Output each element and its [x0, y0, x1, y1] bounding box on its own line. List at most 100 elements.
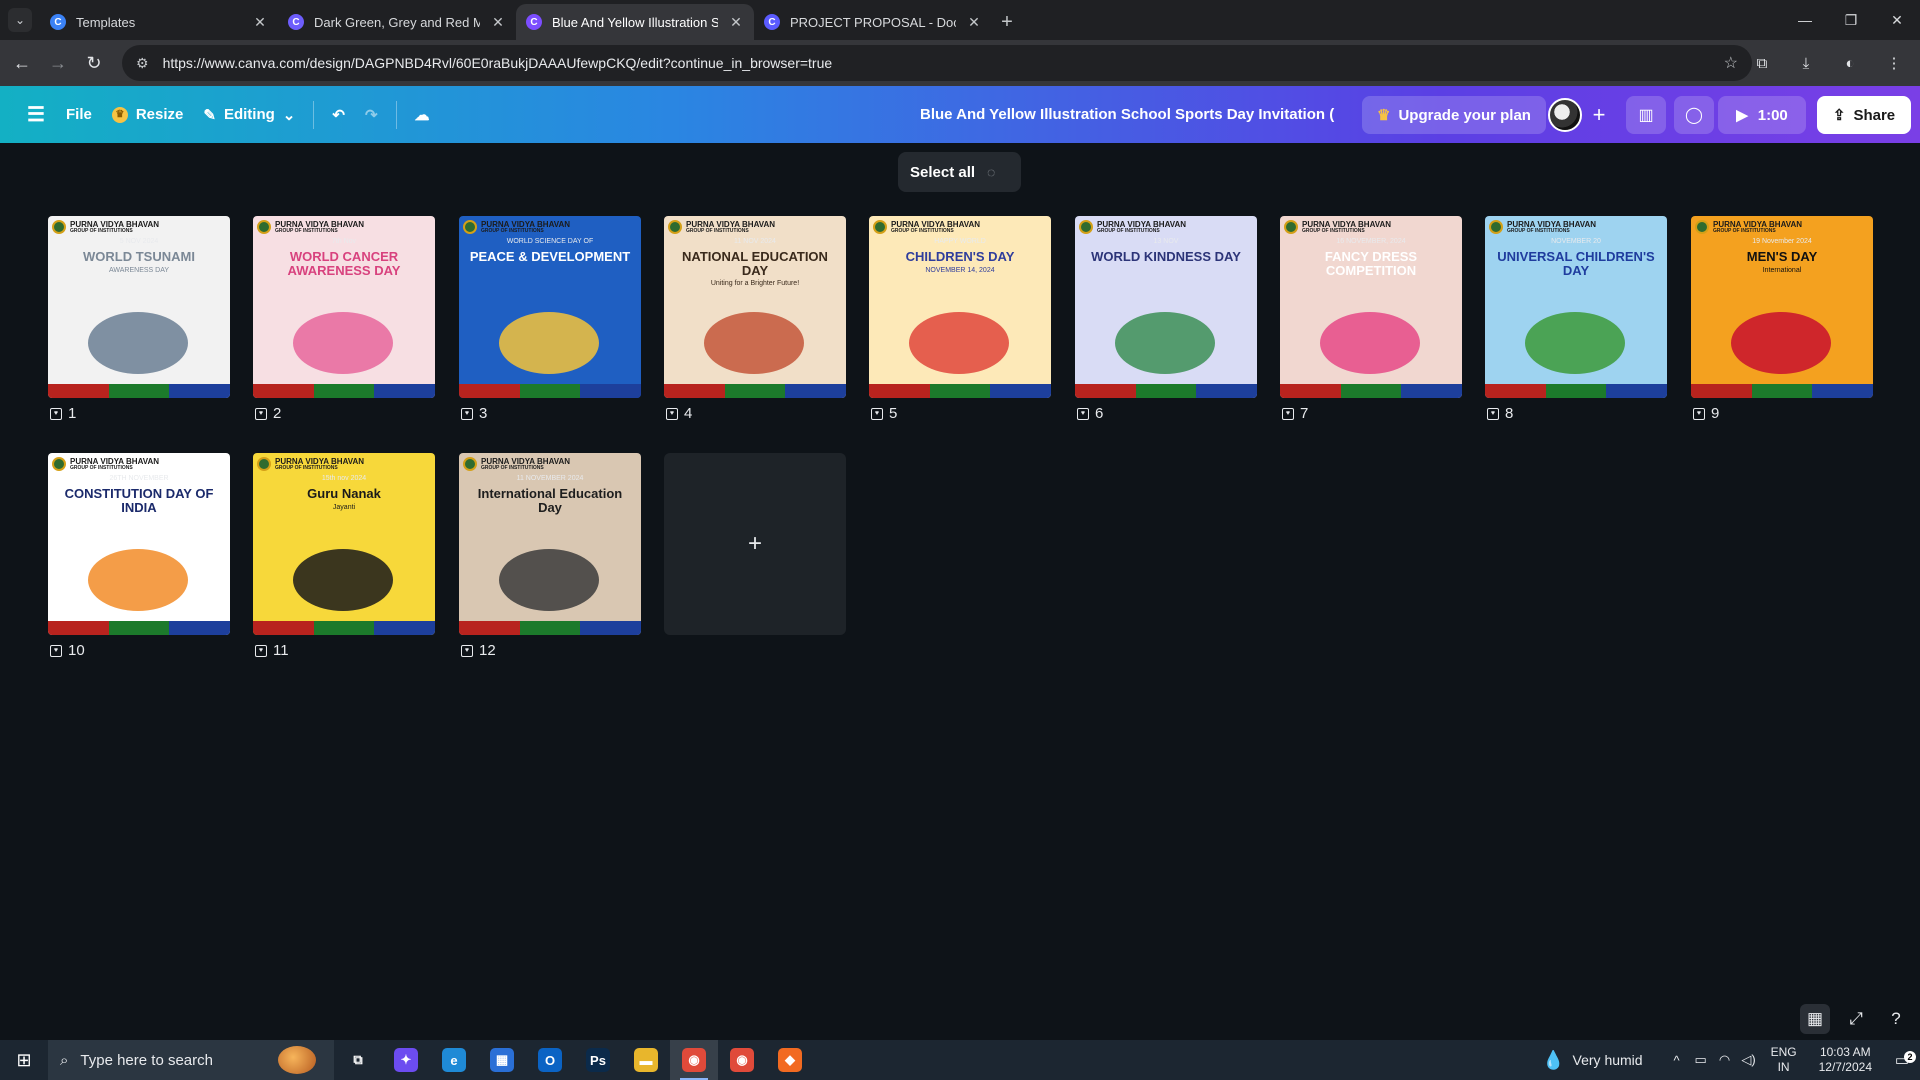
language-indicator[interactable]: ENG IN [1771, 1045, 1797, 1075]
minimize-button[interactable]: — [1782, 0, 1828, 40]
document-title[interactable]: Blue And Yellow Illustration School Spor… [920, 86, 1335, 143]
cloud-save-status[interactable]: ☁ [405, 95, 440, 135]
page-thumbnail[interactable]: PURNA VIDYA BHAVAN GROUP OF INSTITUTIONS W… [459, 216, 641, 398]
page-number-label[interactable]: ♥ 5 [871, 405, 897, 422]
address-bar[interactable]: ⚙ https://www.canva.com/design/DAGPNBD4R… [122, 45, 1752, 81]
close-icon[interactable]: ✕ [966, 14, 982, 31]
page-thumbnail[interactable]: PURNA VIDYA BHAVAN GROUP OF INSTITUTIONS 1… [1280, 216, 1462, 398]
bookmark-star-icon[interactable]: ☆ [1724, 53, 1738, 73]
page-thumbnail[interactable]: PURNA VIDYA BHAVAN GROUP OF INSTITUTIONS 1… [459, 453, 641, 635]
resize-button[interactable]: ♛ Resize [102, 95, 194, 135]
page-thumbnail[interactable]: PURNA VIDYA BHAVAN GROUP OF INSTITUTIONS 1… [253, 453, 435, 635]
grid-view-button[interactable]: ▦ [1800, 1004, 1830, 1034]
present-button[interactable]: ▶ 1:00 [1718, 96, 1806, 134]
download-icon[interactable]: ⤓ [1788, 45, 1824, 81]
search-highlight-icon [278, 1046, 316, 1074]
redo-button[interactable]: ↷ [355, 95, 388, 135]
clock[interactable]: 10:03 AM 12/7/2024 [1819, 1045, 1872, 1075]
wifi-icon[interactable]: ◠ [1713, 1052, 1737, 1068]
site-info-icon[interactable]: ⚙ [136, 55, 149, 72]
edge-taskbar-button[interactable]: e [430, 1040, 478, 1080]
store-taskbar-button[interactable]: ▦ [478, 1040, 526, 1080]
app-taskbar-button[interactable]: ◆ [766, 1040, 814, 1080]
meet-now-icon[interactable]: ▭ [1689, 1052, 1713, 1068]
page-thumbnail[interactable]: PURNA VIDYA BHAVAN GROUP OF INSTITUTIONS 7… [253, 216, 435, 398]
taskbar-search[interactable]: ⌕ Type here to search [48, 1040, 334, 1080]
page-number-label[interactable]: ♥ 12 [461, 642, 496, 659]
chrome-profile-taskbar-button[interactable]: ◉ [718, 1040, 766, 1080]
forward-button[interactable]: → [40, 45, 76, 81]
page-thumbnail[interactable]: PURNA VIDYA BHAVAN GROUP OF INSTITUTIONS 1… [1691, 216, 1873, 398]
add-collaborator-button[interactable]: + [1584, 100, 1614, 130]
profile-avatar[interactable]: ◐ [1832, 45, 1868, 81]
weather-widget[interactable]: 💧 Very humid [1542, 1050, 1642, 1071]
insights-button[interactable]: ▥ [1626, 96, 1666, 134]
page-number-label[interactable]: ♥ 9 [1693, 405, 1719, 422]
reload-button[interactable]: ↻ [76, 45, 112, 81]
hidden-eye-icon[interactable]: ◌ [987, 164, 995, 180]
page-number-label[interactable]: ♥ 2 [255, 405, 281, 422]
forward-arrow-icon: → [49, 52, 67, 73]
close-icon[interactable]: ✕ [490, 14, 506, 31]
page-number-label[interactable]: ♥ 7 [1282, 405, 1308, 422]
page-number-label[interactable]: ♥ 1 [50, 405, 76, 422]
volume-icon[interactable]: ◁) [1737, 1052, 1761, 1068]
start-button[interactable]: ⊞ [0, 1040, 48, 1080]
share-button[interactable]: ⇪ Share [1817, 96, 1911, 134]
notification-center-button[interactable]: ▭ 2 [1884, 1051, 1920, 1069]
page-thumbnail[interactable]: PURNA VIDYA BHAVAN GROUP OF INSTITUTIONS 1… [1075, 216, 1257, 398]
notes-icon: ♥ [1077, 407, 1089, 420]
browser-tab[interactable]: C Dark Green, Grey and Red Mod ✕ [278, 4, 516, 40]
file-menu-button[interactable]: File [56, 95, 102, 135]
restore-button[interactable]: ❐ [1828, 0, 1874, 40]
browser-tab[interactable]: C Templates ✕ [40, 4, 278, 40]
chevron-up-icon[interactable]: ^ [1665, 1053, 1689, 1068]
task-view-taskbar-button[interactable]: ⧉ [334, 1040, 382, 1080]
editing-mode-button[interactable]: ✎ Editing ⌄ [193, 95, 305, 135]
select-all-button[interactable]: Select all ◌ [898, 152, 1021, 192]
page-number: 1 [68, 405, 77, 422]
page-thumbnail[interactable]: PURNA VIDYA BHAVAN GROUP OF INSTITUTIONS N… [1485, 216, 1667, 398]
page-headline: NATIONAL EDUCATION DAY Uniting for a Brig… [682, 249, 828, 288]
page-footer [1691, 384, 1873, 398]
comments-button[interactable]: ◯ [1674, 96, 1714, 134]
user-avatar[interactable] [1548, 98, 1582, 132]
extensions-icon[interactable]: ⧉ [1744, 45, 1780, 81]
page-number-label[interactable]: ♥ 3 [461, 405, 487, 422]
browser-tab[interactable]: C Blue And Yellow Illustration Sch ✕ [516, 4, 754, 40]
page-number-label[interactable]: ♥ 8 [1487, 405, 1513, 422]
tab-title: Templates [76, 14, 136, 30]
browser-tab[interactable]: C PROJECT PROPOSAL - Doc ✕ [754, 4, 992, 40]
close-icon[interactable]: ✕ [728, 14, 744, 31]
page-number-label[interactable]: ♥ 4 [666, 405, 692, 422]
more-menu-icon[interactable]: ⋮ [1876, 45, 1912, 81]
page-number-label[interactable]: ♥ 11 [255, 642, 289, 659]
page-date: NOVEMBER 20 [1551, 238, 1601, 245]
upgrade-plan-button[interactable]: ♛ Upgrade your plan [1362, 96, 1546, 134]
copilot-taskbar-button[interactable]: ✦ [382, 1040, 430, 1080]
page-thumbnail[interactable]: PURNA VIDYA BHAVAN GROUP OF INSTITUTIONS 1… [664, 216, 846, 398]
page-thumbnail[interactable]: PURNA VIDYA BHAVAN GROUP OF INSTITUTIONS 2… [48, 453, 230, 635]
org-name: PURNA VIDYA BHAVAN GROUP OF INSTITUTIONS [70, 456, 160, 471]
outlook-taskbar-button[interactable]: O [526, 1040, 574, 1080]
add-page-button[interactable]: + [664, 453, 846, 635]
undo-button[interactable]: ↶ [322, 95, 355, 135]
new-tab-button[interactable]: + [992, 7, 1022, 37]
close-icon[interactable]: ✕ [252, 14, 268, 31]
page-number-label[interactable]: ♥ 10 [50, 642, 85, 659]
page-number-label[interactable]: ♥ 6 [1077, 405, 1103, 422]
main-menu-button[interactable]: ☰ [16, 95, 56, 135]
tab-search-button[interactable]: ⌄ [8, 8, 32, 32]
chrome-taskbar-button[interactable]: ◉ [670, 1040, 718, 1080]
back-button[interactable]: ← [4, 45, 40, 81]
file-explorer-taskbar-button[interactable]: ▬ [622, 1040, 670, 1080]
page-header: PURNA VIDYA BHAVAN GROUP OF INSTITUTIONS [459, 453, 641, 475]
close-window-button[interactable]: ✕ [1874, 0, 1920, 40]
page-thumbnail[interactable]: PURNA VIDYA BHAVAN GROUP OF INSTITUTIONS H… [869, 216, 1051, 398]
page-headline: International Education Day [477, 486, 623, 515]
fullscreen-button[interactable]: ⤢ [1841, 1004, 1871, 1034]
photoshop-taskbar-button[interactable]: Ps [574, 1040, 622, 1080]
illustration [1115, 312, 1215, 374]
page-thumbnail[interactable]: PURNA VIDYA BHAVAN GROUP OF INSTITUTIONS 5… [48, 216, 230, 398]
help-button[interactable]: ? [1881, 1004, 1911, 1034]
